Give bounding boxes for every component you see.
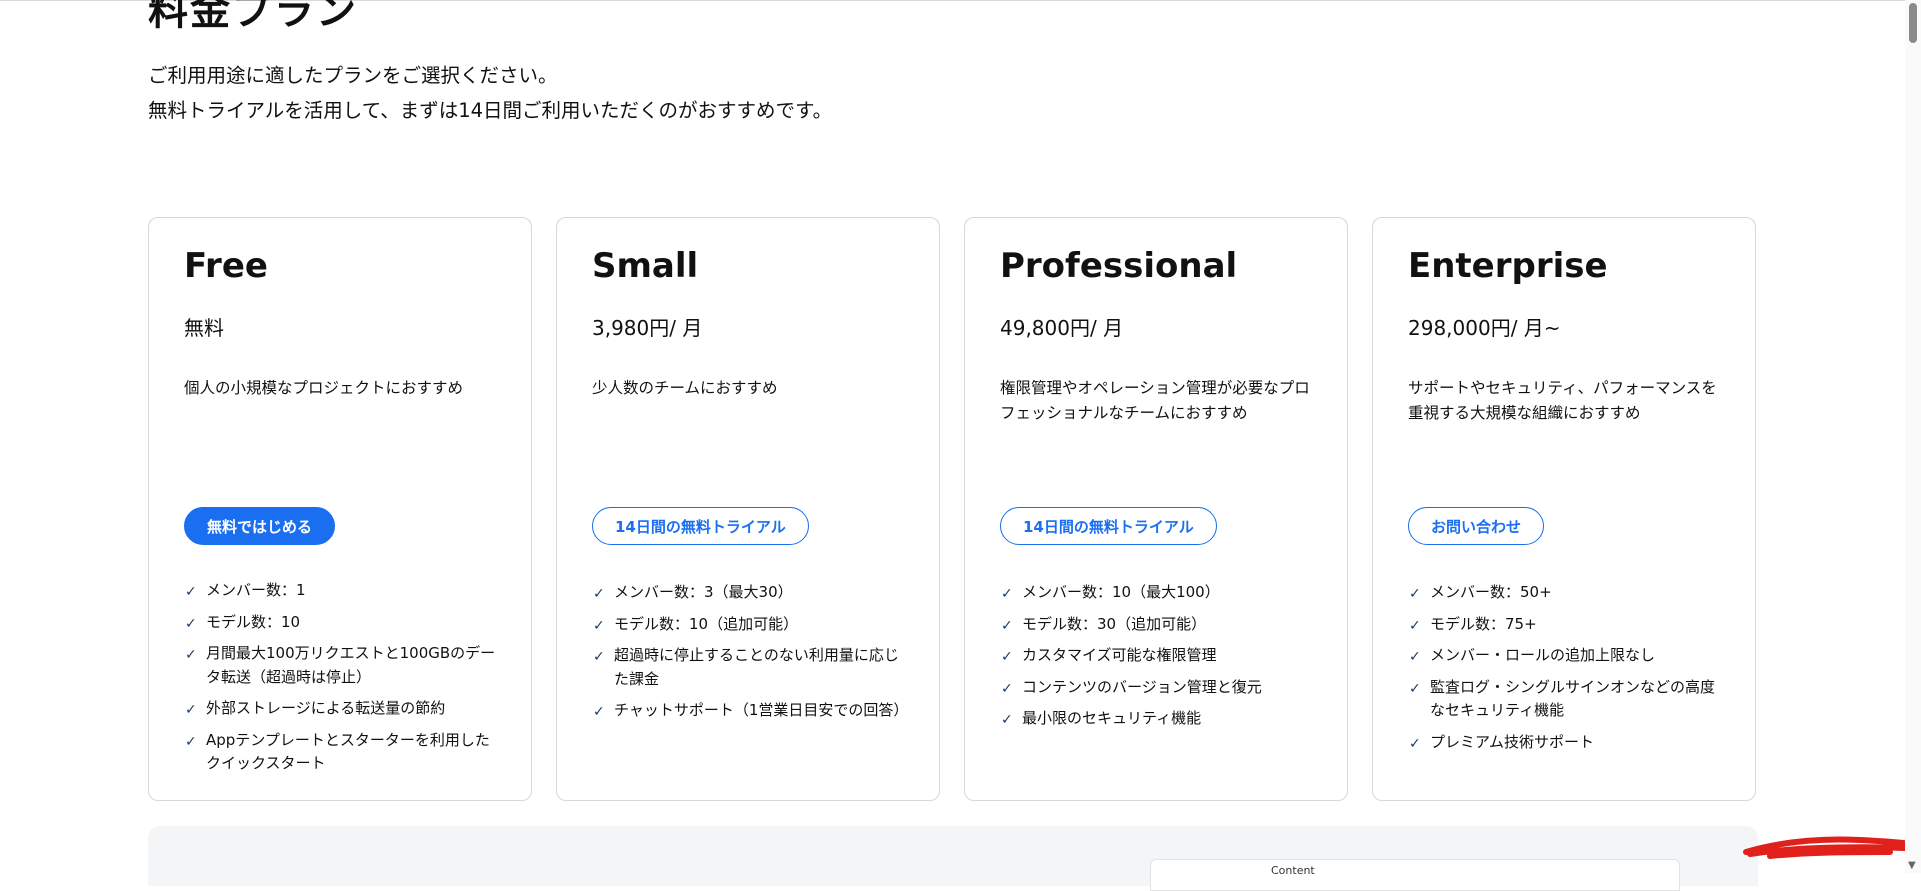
feature-text: カスタマイズ可能な権限管理 [1022,646,1217,664]
feature-text: メンバー数：10（最大100） [1022,583,1220,601]
feature-item: ✓ チャットサポート（1営業日目安での回答） [592,699,912,723]
feature-list: ✓ メンバー数：3（最大30） ✓ モデル数：10（追加可能） ✓ 超過時に停止するこ… [592,581,912,731]
feature-text: モデル数：10 [206,612,301,631]
plan-card-free: Free 無料 個人の小規模なプロジェクトにおすすめ 無料ではじめる ✓ メンバー… [148,217,532,801]
check-icon: ✓ [1409,586,1421,602]
plan-price: 3,980円/ 月 [592,316,703,340]
feature-text: チャットサポート（1営業日目安での回答） [614,701,909,719]
vertical-scrollbar[interactable]: ▼ [1905,0,1921,873]
feature-item: ✓ 監査ログ・シングルサインオンなどの高度なセキュリティ機能 [1408,676,1728,723]
feature-item: ✓ モデル数：75+ [1408,613,1728,637]
contact-button[interactable]: お問い合わせ [1408,507,1545,545]
preview-tab-label: Content [1271,864,1315,877]
plan-price: 49,800円/ 月 [1000,316,1124,340]
plan-name: Enterprise [1408,246,1608,286]
check-icon: ✓ [1001,586,1013,602]
free-trial-button[interactable]: 14日間の無料トライアル [592,507,809,545]
redaction-scribble [1743,836,1913,859]
intro-line-1: ご利用用途に適したプランをご選択ください。 [148,64,558,87]
feature-list: ✓ メンバー数：10（最大100） ✓ モデル数：30（追加可能） ✓ カスタマイズ可… [1000,581,1320,739]
feature-item: ✓ モデル数：10 [184,611,504,635]
check-icon: ✓ [593,649,605,665]
feature-item: ✓ カスタマイズ可能な権限管理 [1000,644,1320,668]
scroll-down-arrow-icon[interactable]: ▼ [1908,860,1916,871]
check-icon: ✓ [1409,680,1421,697]
check-icon: ✓ [1409,617,1421,634]
feature-list: ✓ メンバー数：1 ✓ モデル数：10 ✓ 月間最大100万リクエストと100GBのデ… [184,579,504,784]
feature-text: メンバー・ロールの追加上限なし [1430,646,1656,664]
feature-text: プレミアム技術サポート [1430,732,1594,751]
plan-card-enterprise: Enterprise 298,000円/ 月~ サポートやセキュリティ、パフォー… [1372,217,1756,801]
feature-list: ✓ メンバー数：50+ ✓ モデル数：75+ ✓ メンバー・ロールの追加上限なし ✓ 監… [1408,581,1728,762]
feature-text: メンバー数：50+ [1430,583,1552,601]
check-icon: ✓ [593,704,605,720]
feature-text: 超過時に停止することのない利用量に応じた課金 [614,646,899,688]
plan-card-small: Small 3,980円/ 月 少人数のチームにおすすめ 14日間の無料トライア… [556,217,940,801]
plan-name: Professional [1000,246,1238,286]
feature-text: 月間最大100万リクエストと100GBのデータ転送（超過時は停止） [206,644,496,686]
scrollbar-thumb[interactable] [1909,3,1917,43]
feature-item: ✓ コンテンツのバージョン管理と復元 [1000,676,1320,700]
plan-name: Free [184,246,268,286]
free-trial-button[interactable]: 14日間の無料トライアル [1000,507,1217,545]
feature-item: ✓ プレミアム技術サポート [1408,731,1728,755]
feature-text: Appテンプレートとスターターを利用したクイックスタート [206,730,490,773]
check-icon: ✓ [1409,649,1421,665]
feature-text: モデル数：30（追加可能） [1022,614,1207,633]
feature-item: ✓ メンバー数：50+ [1408,581,1728,605]
plan-price: 298,000円/ 月~ [1408,316,1561,340]
feature-text: 外部ストレージによる転送量の節約 [206,699,446,717]
check-icon: ✓ [1001,617,1013,634]
plan-description: 権限管理やオペレーション管理が必要なプロフェッショナルなチームにおすすめ [1000,379,1310,422]
feature-item: ✓ 最小限のセキュリティ機能 [1000,707,1320,731]
feature-text: メンバー数：1 [206,581,306,599]
feature-item: ✓ 超過時に停止することのない利用量に応じた課金 [592,644,912,691]
feature-item: ✓ 外部ストレージによる転送量の節約 [184,697,504,721]
plan-card-professional: Professional 49,800円/ 月 権限管理やオペレーション管理が必… [964,217,1348,801]
plan-price: 無料 [184,316,224,340]
feature-text: モデル数：10（追加可能） [614,614,799,633]
app-preview-window: Content [1150,859,1680,891]
feature-item: ✓ Appテンプレートとスターターを利用したクイックスタート [184,729,504,776]
check-icon: ✓ [185,615,197,632]
feature-text: コンテンツのバージョン管理と復元 [1022,677,1262,696]
start-free-button[interactable]: 無料ではじめる [184,507,336,545]
check-icon: ✓ [593,617,605,634]
feature-text: メンバー数：3（最大30） [614,583,793,601]
feature-item: ✓ メンバー数：10（最大100） [1000,581,1320,605]
plan-description: 少人数のチームにおすすめ [592,379,778,397]
check-icon: ✓ [1001,680,1013,697]
feature-item: ✓ モデル数：10（追加可能） [592,613,912,637]
check-icon: ✓ [185,733,197,750]
check-icon: ✓ [185,584,197,600]
feature-text: 監査ログ・シングルサインオンなどの高度なセキュリティ機能 [1430,677,1716,720]
check-icon: ✓ [1001,649,1013,665]
feature-item: ✓ メンバー数：3（最大30） [592,581,912,605]
check-icon: ✓ [593,586,605,602]
feature-text: モデル数：75+ [1430,614,1537,633]
intro-text: ご利用用途に適したプランをご選択ください。 無料トライアルを活用して、まずは14… [148,58,832,128]
check-icon: ✓ [1409,735,1421,752]
check-icon: ✓ [185,702,197,718]
feature-text: 最小限のセキュリティ機能 [1022,709,1202,727]
page-title: 料金プラン [148,0,358,34]
check-icon: ✓ [1001,712,1013,728]
plan-description: 個人の小規模なプロジェクトにおすすめ [184,379,464,397]
intro-line-2: 無料トライアルを活用して、まずは14日間ご利用いただくのがおすすめです。 [148,99,833,122]
plan-description: サポートやセキュリティ、パフォーマンスを重視する大規模な組織におすすめ [1408,379,1717,422]
feature-item: ✓ メンバー数：1 [184,579,504,603]
feature-item: ✓ 月間最大100万リクエストと100GBのデータ転送（超過時は停止） [184,642,504,689]
feature-item: ✓ モデル数：30（追加可能） [1000,613,1320,637]
check-icon: ✓ [185,647,197,663]
feature-item: ✓ メンバー・ロールの追加上限なし [1408,644,1728,668]
plan-name: Small [592,246,699,286]
